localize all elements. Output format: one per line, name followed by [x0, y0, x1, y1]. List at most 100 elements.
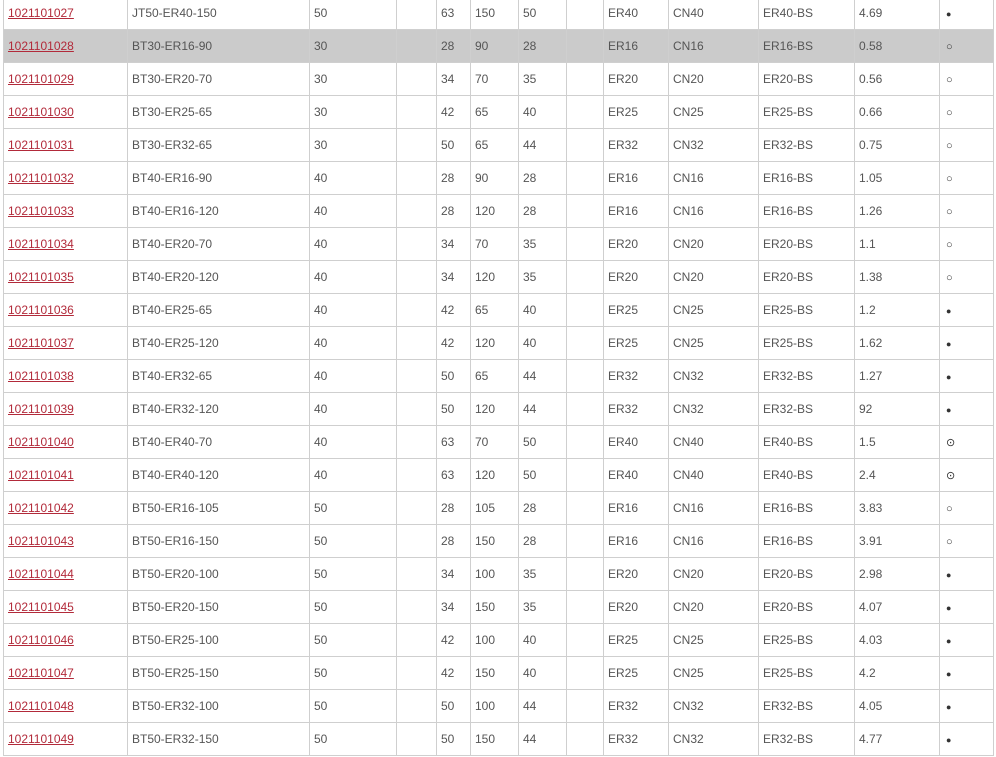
diameter-cell: 50 — [436, 359, 471, 393]
blank-cell — [566, 425, 604, 459]
diameter-cell: 50 — [436, 128, 471, 162]
model-cell: BT30-ER25-65 — [127, 95, 310, 129]
nut-cell: CN16 — [668, 491, 759, 525]
taper-cell: 50 — [309, 557, 397, 591]
length-cell: 120 — [470, 458, 519, 492]
product-code-link[interactable]: 1021101036 — [8, 303, 74, 317]
nut-cell: CN20 — [668, 227, 759, 261]
filled-dot-icon: ● — [946, 9, 952, 19]
collet-cell: ER16 — [603, 491, 669, 525]
taper-cell: 50 — [309, 623, 397, 657]
model-cell: BT40-ER25-120 — [127, 326, 310, 360]
product-code-cell: 1021101042 — [3, 491, 128, 525]
product-code-cell: 1021101033 — [3, 194, 128, 228]
collet-cell: ER20 — [603, 590, 669, 624]
product-code-link[interactable]: 1021101034 — [8, 237, 74, 251]
product-code-link[interactable]: 1021101045 — [8, 600, 74, 614]
wrench-cell: ER16-BS — [758, 524, 855, 558]
product-code-link[interactable]: 1021101033 — [8, 204, 74, 218]
collet-cell: ER32 — [603, 722, 669, 756]
diameter-cell: 50 — [436, 689, 471, 723]
stock-cell: ● — [939, 0, 994, 30]
diameter-cell: 63 — [436, 458, 471, 492]
table-row: 1021101033 BT40-ER16-120 40 28 120 28 ER16 CN16… — [3, 194, 994, 228]
stock-cell: ⊙ — [939, 458, 994, 492]
taper-cell: 40 — [309, 260, 397, 294]
open-circle-icon: ○ — [946, 140, 953, 152]
length-cell: 90 — [470, 29, 519, 63]
nut-cell: CN32 — [668, 689, 759, 723]
product-code-link[interactable]: 1021101028 — [8, 39, 74, 53]
product-code-link[interactable]: 1021101035 — [8, 270, 74, 284]
body-diameter-cell: 44 — [518, 128, 567, 162]
product-code-link[interactable]: 1021101048 — [8, 699, 74, 713]
product-code-cell: 1021101044 — [3, 557, 128, 591]
nut-cell: CN32 — [668, 392, 759, 426]
product-code-link[interactable]: 1021101043 — [8, 534, 74, 548]
product-code-cell: 1021101041 — [3, 458, 128, 492]
diameter-cell: 28 — [436, 491, 471, 525]
stock-cell: ● — [939, 359, 994, 393]
stock-cell: ○ — [939, 227, 994, 261]
product-code-link[interactable]: 1021101044 — [8, 567, 74, 581]
body-diameter-cell: 44 — [518, 392, 567, 426]
product-code-cell: 1021101038 — [3, 359, 128, 393]
filled-dot-icon: ● — [946, 669, 952, 679]
weight-cell: 1.2 — [854, 293, 940, 327]
product-code-link[interactable]: 1021101041 — [8, 468, 74, 482]
table-row: 1021101036 BT40-ER25-65 40 42 65 40 ER25 CN25 ER… — [3, 293, 994, 327]
product-code-link[interactable]: 1021101040 — [8, 435, 74, 449]
taper-cell: 50 — [309, 524, 397, 558]
product-code-link[interactable]: 1021101032 — [8, 171, 74, 185]
product-code-link[interactable]: 1021101047 — [8, 666, 74, 680]
blank-cell — [566, 557, 604, 591]
open-circle-icon: ○ — [946, 107, 953, 119]
nut-cell: CN16 — [668, 29, 759, 63]
length-cell: 120 — [470, 260, 519, 294]
nut-cell: CN16 — [668, 194, 759, 228]
taper-cell: 30 — [309, 128, 397, 162]
product-code-link[interactable]: 1021101038 — [8, 369, 74, 383]
product-code-link[interactable]: 1021101046 — [8, 633, 74, 647]
weight-cell: 1.38 — [854, 260, 940, 294]
product-code-link[interactable]: 1021101049 — [8, 732, 74, 746]
nut-cell: CN32 — [668, 359, 759, 393]
table-row: 1021101047 BT50-ER25-150 50 42 150 40 ER25 CN25… — [3, 656, 994, 690]
weight-cell: 4.2 — [854, 656, 940, 690]
blank-cell — [566, 95, 604, 129]
model-cell: BT40-ER32-120 — [127, 392, 310, 426]
table-row: 1021101039 BT40-ER32-120 40 50 120 44 ER32 CN32… — [3, 392, 994, 426]
blank-cell — [566, 293, 604, 327]
product-table: 1021101027 JT50-ER40-150 50 63 150 50 ER40 CN40… — [3, 0, 994, 756]
table-row: 1021101041 BT40-ER40-120 40 63 120 50 ER40 CN40… — [3, 458, 994, 492]
blank-cell — [566, 491, 604, 525]
product-code-link[interactable]: 1021101031 — [8, 138, 74, 152]
weight-cell: 1.26 — [854, 194, 940, 228]
product-code-cell: 1021101036 — [3, 293, 128, 327]
blank-cell — [566, 623, 604, 657]
filled-dot-icon: ● — [946, 570, 952, 580]
taper-cell: 40 — [309, 227, 397, 261]
product-code-link[interactable]: 1021101039 — [8, 402, 74, 416]
diameter-cell: 42 — [436, 656, 471, 690]
product-code-link[interactable]: 1021101037 — [8, 336, 74, 350]
blank-cell — [566, 722, 604, 756]
diameter-cell: 42 — [436, 623, 471, 657]
taper-cell: 30 — [309, 29, 397, 63]
product-code-link[interactable]: 1021101030 — [8, 105, 74, 119]
model-cell: BT40-ER25-65 — [127, 293, 310, 327]
product-code-link[interactable]: 1021101027 — [8, 6, 74, 20]
weight-cell: 0.66 — [854, 95, 940, 129]
blank-cell — [566, 458, 604, 492]
body-diameter-cell: 35 — [518, 227, 567, 261]
taper-cell: 50 — [309, 590, 397, 624]
collet-cell: ER25 — [603, 95, 669, 129]
model-cell: BT40-ER32-65 — [127, 359, 310, 393]
body-diameter-cell: 35 — [518, 62, 567, 96]
product-code-link[interactable]: 1021101042 — [8, 501, 74, 515]
product-code-cell: 1021101037 — [3, 326, 128, 360]
length-cell: 150 — [470, 656, 519, 690]
wrench-cell: ER20-BS — [758, 557, 855, 591]
product-code-link[interactable]: 1021101029 — [8, 72, 74, 86]
model-cell: BT40-ER16-90 — [127, 161, 310, 195]
